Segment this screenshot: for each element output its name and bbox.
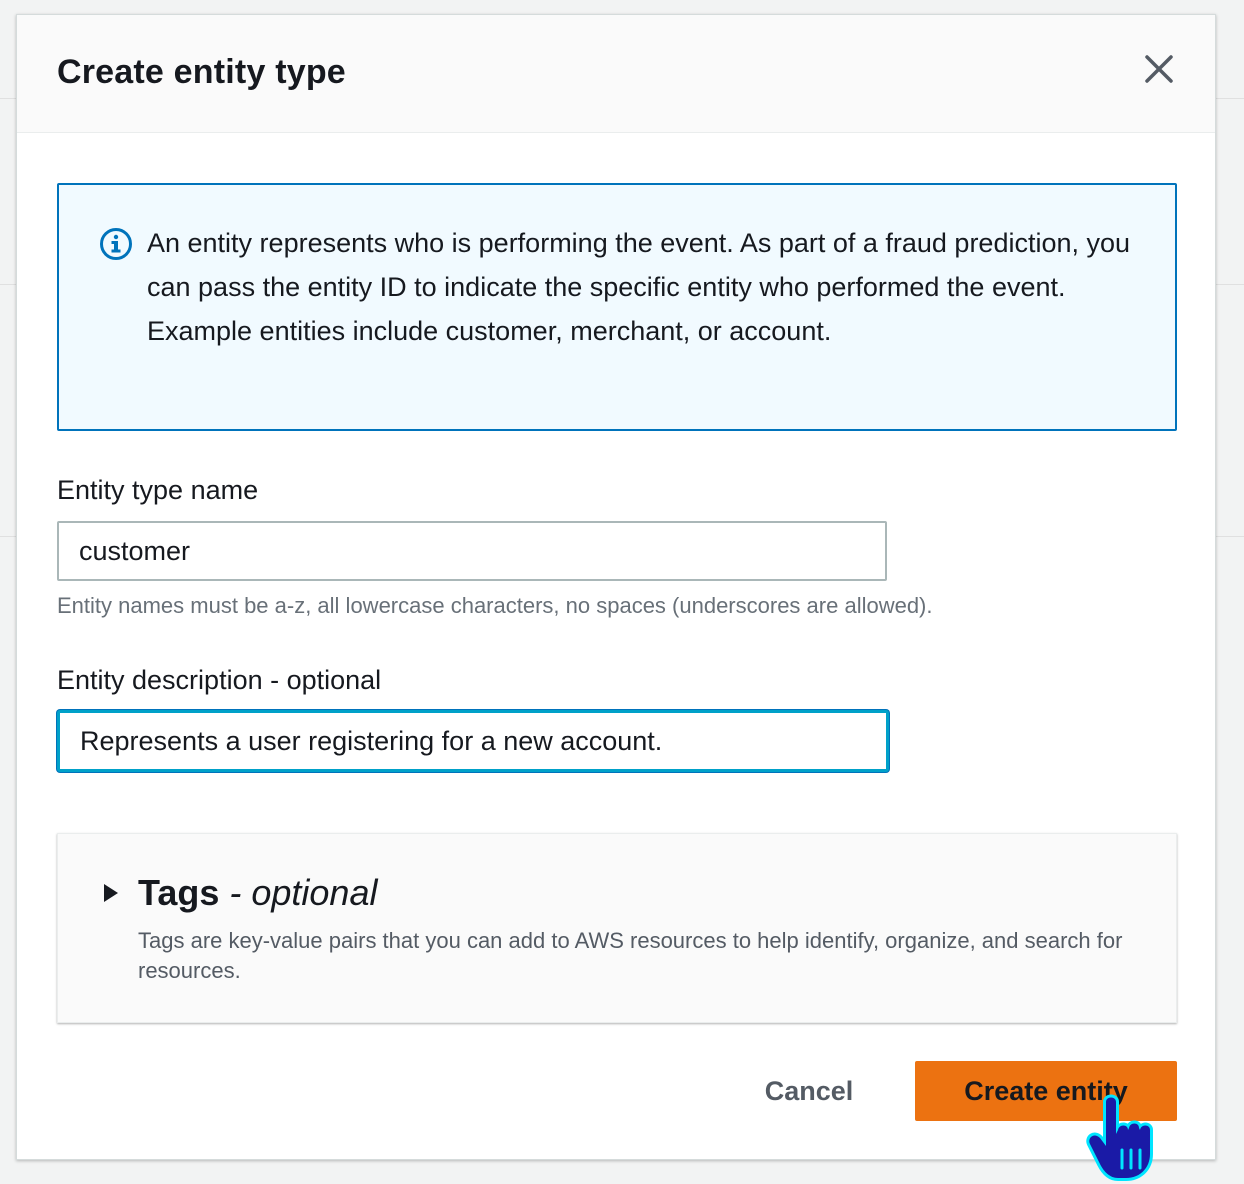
- close-button[interactable]: [1141, 51, 1177, 87]
- entity-description-input[interactable]: [57, 710, 889, 772]
- info-alert: An entity represents who is performing t…: [57, 183, 1177, 431]
- cancel-button[interactable]: Cancel: [739, 1061, 879, 1121]
- entity-name-help-text: Entity names must be a-z, all lowercase …: [57, 593, 933, 618]
- entity-type-name-label: Entity type name: [57, 475, 259, 505]
- modal-header: Create entity type: [17, 15, 1215, 133]
- entity-description-label: Entity description - optional: [57, 665, 382, 695]
- info-icon: [100, 228, 132, 260]
- tags-expandable-section: Tags - optional Tags are key-value pairs…: [57, 833, 1177, 1023]
- tags-heading-optional: optional: [251, 872, 378, 913]
- tags-description: Tags are key-value pairs that you can ad…: [138, 928, 1123, 983]
- info-text: An entity represents who is performing t…: [147, 228, 1131, 346]
- tags-heading-label: Tags: [138, 872, 220, 913]
- create-entity-type-modal: Create entity type An entity represents …: [16, 14, 1216, 1160]
- create-entity-button[interactable]: Create entity: [915, 1061, 1177, 1121]
- entity-type-name-input[interactable]: [57, 521, 887, 581]
- close-icon: [1145, 55, 1173, 83]
- tags-heading[interactable]: Tags - optional: [138, 872, 377, 914]
- tags-heading-separator: -: [219, 872, 252, 913]
- modal-title: Create entity type: [57, 53, 346, 91]
- caret-right-icon[interactable]: [102, 882, 120, 904]
